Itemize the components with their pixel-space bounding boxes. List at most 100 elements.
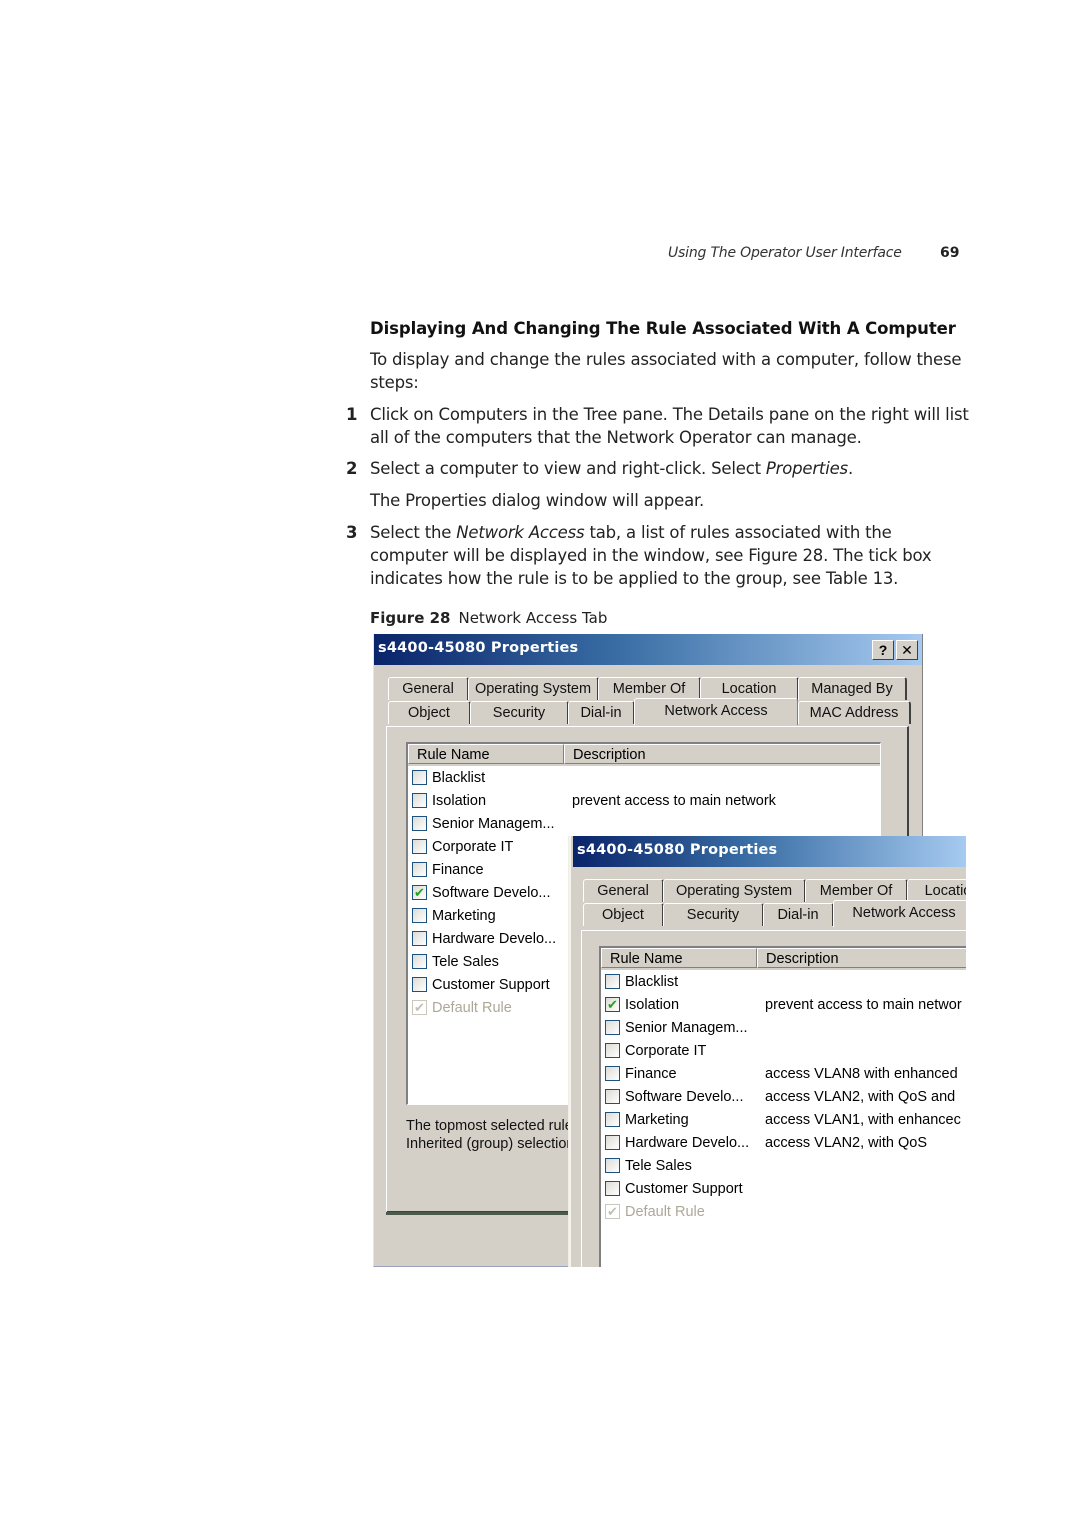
dialog-face: s4400-45080 Properties General Operating … [573, 836, 966, 1267]
rule-name: Customer Support [432, 977, 550, 993]
tab-row-2: Object Security Dial-in Network Access MAC A… [386, 698, 916, 725]
rule-name: Marketing [625, 1112, 689, 1128]
column-header-rule-name[interactable]: Rule Name [408, 744, 564, 764]
tab-dial-in[interactable]: Dial-in [763, 903, 834, 926]
column-header-description[interactable]: Description [564, 744, 880, 764]
rule-row[interactable]: Isolation prevent access to main networ [605, 993, 966, 1017]
rule-checkbox-checked[interactable] [412, 881, 427, 904]
tab-operating-system[interactable]: Operating System [468, 677, 599, 700]
tab-security[interactable]: Security [470, 701, 569, 724]
step-text-part: Select a computer to view and right-clic… [370, 459, 766, 478]
rule-checkbox[interactable] [412, 839, 427, 854]
rule-checkbox-checked [605, 1200, 620, 1223]
rule-checkbox[interactable] [412, 977, 427, 992]
rule-checkbox[interactable] [412, 770, 427, 785]
tab-location[interactable]: Location [700, 677, 799, 700]
tab-managed-by[interactable]: Managed By [798, 677, 907, 700]
rule-checkbox[interactable] [605, 1020, 620, 1035]
tab-general[interactable]: General [583, 879, 664, 902]
tab-dial-in[interactable]: Dial-in [568, 701, 635, 724]
rule-checkbox[interactable] [605, 1181, 620, 1196]
rule-row[interactable]: Default Rule [605, 1200, 966, 1224]
rules-list[interactable]: Rule Name Description Blacklist Isolation… [599, 946, 966, 1267]
rule-checkbox[interactable] [412, 816, 427, 831]
rules-list-header: Rule Name Description [408, 744, 880, 766]
tab-object[interactable]: Object [583, 903, 664, 926]
rule-checkbox[interactable] [605, 974, 620, 989]
rules-list-header: Rule Name Description [601, 948, 966, 970]
rule-name: Isolation [625, 997, 680, 1013]
dialog-edge [569, 836, 571, 1267]
tab-row-2: Object Security Dial-in Network Access [581, 900, 966, 927]
step-text-emphasis: Properties [765, 459, 848, 478]
page-number: 69 [940, 245, 960, 261]
rule-description: access VLAN2, with QoS [765, 1135, 927, 1151]
tab-mac-address[interactable]: MAC Address [798, 701, 911, 724]
tab-security[interactable]: Security [663, 903, 764, 926]
rule-row[interactable]: Hardware Develo... access VLAN2, with QoS [605, 1132, 966, 1155]
rule-description: access VLAN2, with QoS and [765, 1089, 956, 1105]
tab-operating-system[interactable]: Operating System [663, 879, 806, 902]
step-2-followup: The Properties dialog window will appear… [370, 491, 705, 510]
dialog-title: s4400-45080 Properties [577, 842, 778, 858]
note-line-1: The topmost selected rule [406, 1118, 573, 1134]
rule-checkbox[interactable] [605, 1135, 620, 1150]
tab-member-of[interactable]: Member Of [805, 879, 908, 902]
rule-name: Hardware Develo... [432, 931, 557, 947]
rule-row[interactable]: Blacklist [605, 971, 966, 994]
tab-general[interactable]: General [388, 677, 469, 700]
rule-row[interactable]: Finance access VLAN8 with enhanced [605, 1063, 966, 1086]
rule-checkbox[interactable] [605, 1089, 620, 1104]
rule-checkbox[interactable] [412, 931, 427, 946]
rule-checkbox[interactable] [605, 1066, 620, 1081]
rule-name: Senior Managem... [625, 1020, 748, 1036]
rule-name: Tele Sales [432, 954, 499, 970]
intro-paragraph: To display and change the rules associat… [370, 350, 962, 392]
close-button[interactable]: ✕ [896, 640, 918, 660]
dialog-titlebar[interactable]: s4400-45080 Properties [573, 836, 966, 867]
rule-row[interactable]: Software Develo... access VLAN2, with QoS… [605, 1086, 966, 1109]
column-header-rule-name[interactable]: Rule Name [601, 948, 757, 968]
rule-row[interactable]: Customer Support [605, 1178, 966, 1201]
dialog-titlebar[interactable]: s4400-45080 Properties ? ✕ [374, 634, 922, 665]
rule-name: Isolation [432, 793, 487, 809]
column-header-description[interactable]: Description [757, 948, 966, 968]
separator-line [386, 1212, 576, 1215]
help-icon: ? [878, 642, 888, 658]
rule-row[interactable]: Senior Managem... [605, 1017, 966, 1040]
tab-network-access[interactable]: Network Access [833, 900, 966, 927]
step-text-part: Select the [370, 523, 457, 542]
rule-row[interactable]: Senior Managem... [412, 813, 880, 836]
rule-row[interactable]: Blacklist [412, 767, 880, 790]
rule-checkbox[interactable] [605, 1158, 620, 1173]
rule-checkbox-checked[interactable] [605, 993, 620, 1016]
rule-checkbox[interactable] [605, 1112, 620, 1127]
rule-row[interactable]: Marketing access VLAN1, with enhancec [605, 1109, 966, 1132]
rule-row[interactable]: Corporate IT [605, 1040, 966, 1063]
rule-checkbox[interactable] [412, 862, 427, 877]
rule-checkbox[interactable] [412, 908, 427, 923]
figure-label: Figure 28 [370, 609, 451, 627]
rule-name: Default Rule [432, 1000, 512, 1016]
rule-checkbox[interactable] [412, 954, 427, 969]
rule-name: Blacklist [432, 770, 486, 786]
rule-description: prevent access to main networ [765, 997, 962, 1013]
rule-checkbox[interactable] [412, 793, 427, 808]
figure-caption-text: Network Access Tab [458, 609, 608, 627]
rule-name: Corporate IT [432, 839, 514, 855]
close-icon: ✕ [901, 642, 913, 658]
tab-member-of[interactable]: Member Of [598, 677, 701, 700]
rule-row[interactable]: Tele Sales [605, 1155, 966, 1178]
tab-object[interactable]: Object [388, 701, 471, 724]
tab-locatio[interactable]: Locatio [907, 879, 966, 902]
rule-name: Default Rule [625, 1204, 705, 1220]
rule-name: Corporate IT [625, 1043, 707, 1059]
rule-row[interactable]: Isolation prevent access to main network [412, 790, 880, 813]
rule-name: Marketing [432, 908, 496, 924]
step-text: Select a computer to view and right-clic… [370, 457, 970, 480]
rule-description: access VLAN1, with enhancec [765, 1112, 961, 1128]
rule-name: Blacklist [625, 974, 679, 990]
rule-checkbox[interactable] [605, 1043, 620, 1058]
help-button[interactable]: ? [872, 640, 894, 660]
tab-network-access[interactable]: Network Access [634, 698, 798, 725]
